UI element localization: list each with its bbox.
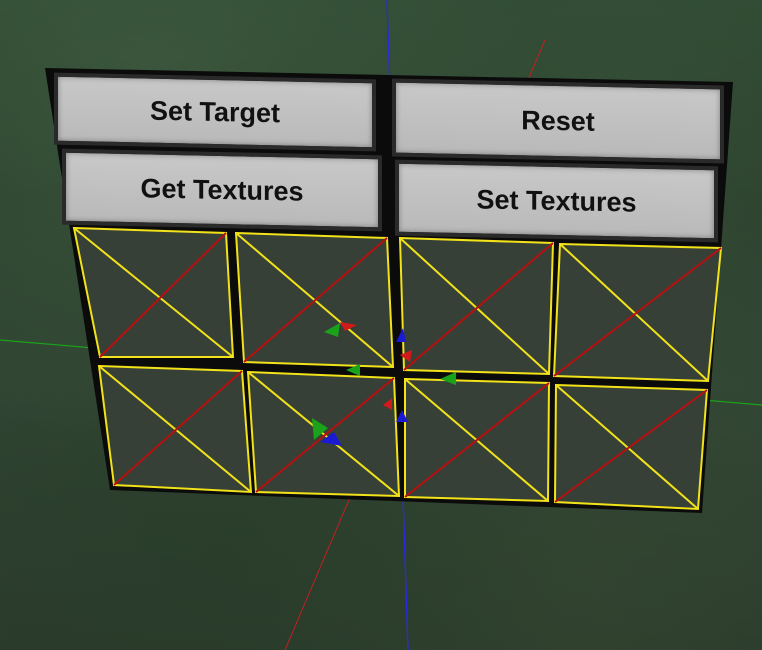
texture-slot[interactable] — [234, 231, 395, 369]
texture-slot[interactable] — [246, 370, 401, 498]
texture-slot[interactable] — [398, 236, 555, 376]
texture-slot[interactable] — [72, 226, 235, 358]
set-target-button[interactable]: Set Target — [54, 72, 376, 152]
texture-slot[interactable] — [552, 242, 723, 383]
texture-slot[interactable] — [404, 377, 551, 503]
viewport-3d[interactable]: Set Target Reset Get Textures Set Textur… — [0, 0, 762, 650]
get-textures-button[interactable]: Get Textures — [62, 148, 382, 232]
set-textures-button[interactable]: Set Textures — [395, 159, 718, 243]
texture-slot[interactable] — [97, 364, 253, 494]
texture-slot[interactable] — [553, 383, 709, 511]
reset-button[interactable]: Reset — [392, 78, 724, 164]
